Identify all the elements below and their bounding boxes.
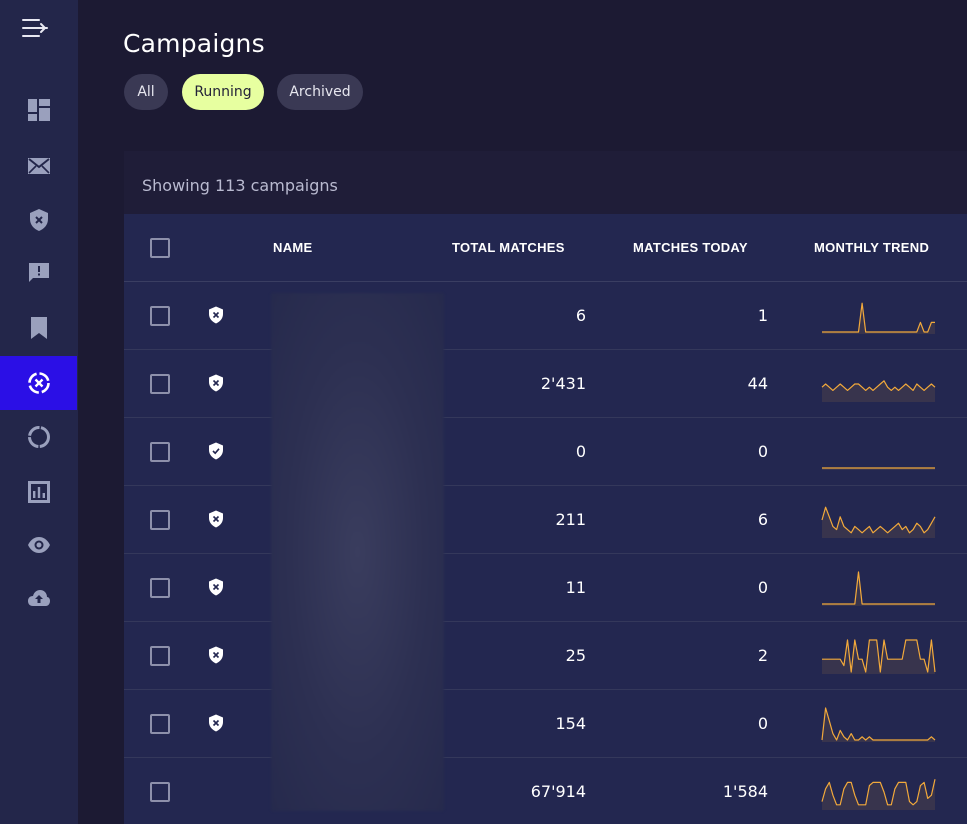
matches-today-cell: 44 [747,374,768,393]
nav-progress[interactable] [0,410,77,464]
menu-toggle-icon[interactable] [22,17,48,39]
table-row[interactable]: 61 [124,282,967,350]
eye-icon [27,537,50,553]
shield-x-icon [209,578,223,596]
monthly-trend-sparkline [822,302,935,334]
monthly-trend-sparkline [821,779,936,810]
row-checkbox[interactable] [150,714,170,734]
campaign-count: Showing 113 campaigns [142,176,338,195]
redacted-name-column [271,293,444,811]
row-checkbox[interactable] [150,510,170,530]
shield-x-icon [209,646,223,664]
nav-threats[interactable] [0,193,77,247]
campaigns-icon [27,372,50,394]
column-total-matches[interactable]: TOTAL MATCHES [452,240,565,255]
matches-today-cell: 1'584 [722,782,768,801]
campaigns-table-card: Showing 113 campaigns NAME TOTAL MATCHES… [124,151,967,824]
cloud-upload-icon [27,590,50,606]
shield-x-icon [209,374,223,392]
total-matches-cell: 0 [575,442,586,461]
sidebar [0,0,78,824]
total-matches-cell: 211 [555,510,586,529]
nav-analytics[interactable] [0,465,77,519]
filter-all[interactable]: All [124,74,168,110]
select-all-checkbox[interactable] [150,238,170,258]
nav-upload[interactable] [0,571,77,625]
table-row[interactable]: 2'431 44 [124,350,967,418]
monthly-trend-sparkline [822,639,936,674]
table-row[interactable]: 11 0 [124,554,967,622]
row-checkbox[interactable] [150,306,170,326]
total-matches-cell: 154 [555,714,586,733]
monthly-trend-sparkline [821,380,936,402]
matches-today-cell: 1 [757,306,768,325]
table-toolbar: Showing 113 campaigns [124,151,967,214]
row-checkbox[interactable] [150,374,170,394]
table-row[interactable]: 67'914 1'584 [124,758,967,824]
nav-feedback[interactable] [0,246,77,300]
matches-today-cell: 0 [757,714,768,733]
shield-check-icon [209,442,223,460]
table-row[interactable]: 00 [124,418,967,486]
nav-campaigns[interactable] [0,356,77,410]
table-row[interactable]: 25 2 [124,622,967,690]
total-matches-cell: 67'914 [530,782,586,801]
circle-progress-icon [27,426,50,448]
column-monthly-trend: MONTHLY TREND [814,240,930,255]
matches-today-cell: 0 [757,578,768,597]
row-checkbox[interactable] [150,782,170,802]
monthly-trend-sparkline [821,506,936,538]
total-matches-cell: 25 [565,646,586,665]
matches-today-cell: 6 [757,510,768,529]
analytics-icon [27,481,50,503]
total-matches-cell: 2'431 [540,374,586,393]
table-header: NAME TOTAL MATCHES MATCHES TODAY MONTHLY… [124,214,967,282]
monthly-trend-sparkline [822,571,935,606]
shield-x-icon [209,306,223,324]
filter-running[interactable]: Running [182,74,264,110]
table-row[interactable]: 211 6 [124,486,967,554]
row-checkbox[interactable] [150,646,170,666]
main-content: Campaigns All Running Archived Showing 1… [78,0,967,824]
shield-x-icon [29,209,48,231]
shield-x-icon [209,714,223,732]
matches-today-cell: 2 [757,646,768,665]
row-checkbox[interactable] [150,578,170,598]
nav-watch[interactable] [0,518,77,572]
bookmark-icon [30,317,47,339]
shield-x-icon [209,510,223,528]
monthly-trend-sparkline [821,707,936,742]
monthly-trend-sparkline [822,467,935,470]
total-matches-cell: 6 [575,306,586,325]
dashboard-icon [27,99,50,121]
row-checkbox[interactable] [150,442,170,462]
nav-mail[interactable] [0,139,77,193]
matches-today-cell: 0 [757,442,768,461]
table-row[interactable]: 154 0 [124,690,967,758]
nav-dashboard[interactable] [0,83,77,137]
page-title: Campaigns [123,29,265,58]
filter-archived[interactable]: Archived [277,74,363,110]
total-matches-cell: 11 [565,578,586,597]
column-name[interactable]: NAME [273,240,312,255]
column-matches-today[interactable]: MATCHES TODAY [633,240,748,255]
feedback-icon [28,263,49,282]
mail-icon [27,158,50,174]
nav-bookmarks[interactable] [0,301,77,355]
